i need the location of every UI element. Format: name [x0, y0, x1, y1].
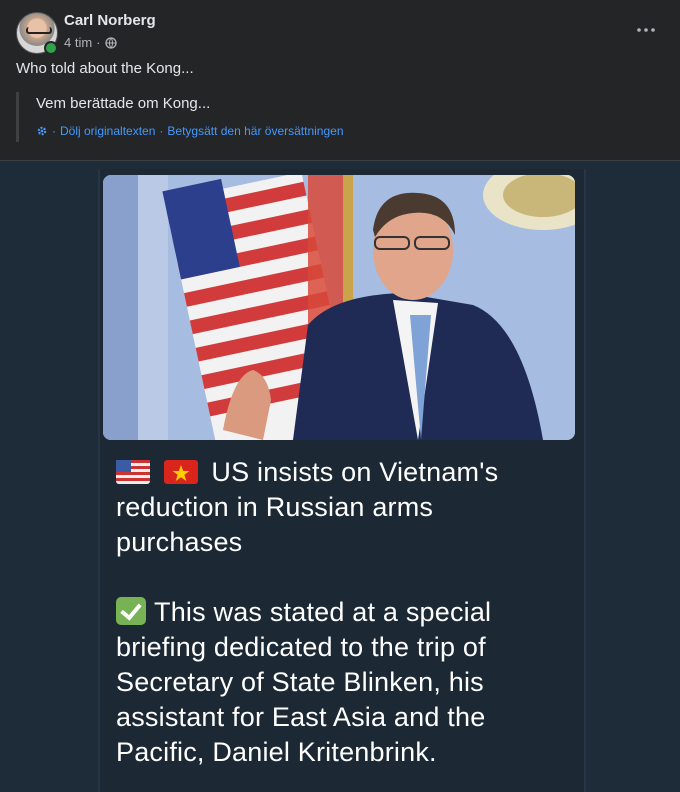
translation-block: Vem berättade om Kong... · Dölj original…: [16, 92, 344, 142]
body-text: This was stated at a special briefing de…: [116, 597, 492, 767]
original-text: Vem berättade om Kong...: [36, 95, 211, 112]
author-name[interactable]: Carl Norberg: [64, 12, 156, 29]
photo-illustration: [103, 175, 575, 440]
online-status-dot: [44, 41, 58, 55]
post-image[interactable]: US insists on Vietnam's reduction in Rus…: [0, 161, 680, 792]
headline-paragraph: US insists on Vietnam's reduction in Rus…: [116, 455, 556, 560]
translation-links: · Dölj originaltexten · Betygsätt den hä…: [36, 124, 344, 138]
post-time[interactable]: 4 tim: [64, 35, 92, 50]
news-photo: [103, 175, 575, 440]
more-options-button[interactable]: [636, 20, 656, 40]
body-paragraph: This was stated at a special briefing de…: [116, 595, 556, 770]
rate-translation-link[interactable]: Betygsätt den här översättningen: [167, 124, 343, 138]
gear-icon: [37, 126, 47, 136]
post-header: Carl Norberg 4 tim · Who told about the …: [0, 0, 680, 160]
link-separator: ·: [52, 124, 56, 138]
globe-icon[interactable]: [104, 36, 117, 49]
check-mark-icon: [116, 597, 146, 625]
image-caption: US insists on Vietnam's reduction in Rus…: [116, 455, 556, 770]
post-text: Who told about the Kong...: [16, 60, 194, 77]
us-flag-icon: [116, 460, 150, 484]
post-meta: 4 tim ·: [64, 35, 117, 50]
more-dots-icon: [637, 28, 655, 32]
link-separator: ·: [159, 124, 164, 138]
vietnam-flag-icon: [163, 460, 198, 484]
hide-original-link[interactable]: Dölj originaltexten: [60, 124, 155, 138]
meta-separator: ·: [96, 35, 101, 50]
